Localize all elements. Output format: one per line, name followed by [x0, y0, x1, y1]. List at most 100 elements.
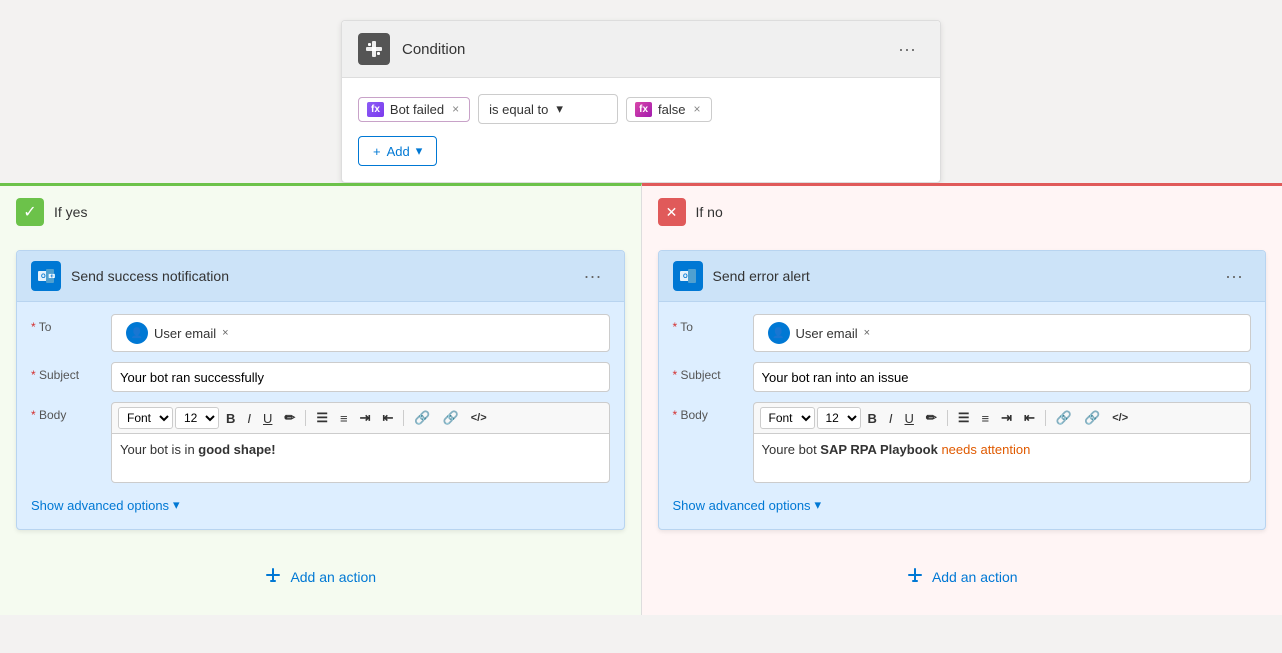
link-button-yes[interactable]: 🔗	[409, 408, 435, 428]
number-button-no[interactable]: ≡	[976, 409, 994, 428]
show-advanced-label-yes: Show advanced options	[31, 498, 169, 513]
send-error-header: O Send error alert ···	[659, 251, 1266, 302]
font-size-select-yes[interactable]: 12	[175, 407, 219, 429]
body-field-row-no: * Body Font 12 B I U	[673, 402, 1252, 483]
toolbar-yes: Font 12 B I U ✏ ☰ ≡ ⇥	[111, 402, 610, 433]
font-size-select-no[interactable]: 12	[817, 407, 861, 429]
underline-button-no[interactable]: U	[900, 409, 919, 428]
to-input-no[interactable]: 👤 User email ×	[753, 314, 1252, 352]
send-success-card: O 📧 Send success notification ··· * To	[16, 250, 625, 530]
add-action-button-yes[interactable]: Add an action	[248, 558, 392, 595]
italic-button-yes[interactable]: I	[242, 409, 256, 428]
add-action-row-no: Add an action	[642, 542, 1282, 615]
body-editor-container-yes: Font 12 B I U ✏ ☰ ≡ ⇥	[111, 402, 610, 483]
number-button-yes[interactable]: ≡	[335, 409, 353, 428]
condition-card: Condition ··· fx Bot failed × is equal t…	[341, 20, 941, 183]
add-action-button-no[interactable]: Add an action	[890, 558, 1034, 595]
divider1-yes	[305, 410, 306, 426]
italic-button-no[interactable]: I	[884, 409, 898, 428]
operator-dropdown[interactable]: is equal to ▾	[478, 94, 618, 124]
send-error-card: O Send error alert ··· * To 👤	[658, 250, 1267, 530]
subject-input-no[interactable]	[753, 362, 1252, 392]
indent-button-no[interactable]: ⇥	[996, 408, 1017, 428]
body-label-yes: * Body	[31, 402, 111, 422]
body-field-row-yes: * Body Font 12 B I U	[31, 402, 610, 483]
divider2-no	[1045, 410, 1046, 426]
branch-yes-header: ✓ If yes	[0, 186, 641, 238]
branch-no: ✕ If no O Send error alert ···	[642, 183, 1282, 615]
code-button-yes[interactable]: </>	[466, 410, 492, 426]
bot-failed-label: Bot failed	[390, 102, 444, 117]
plus-icon: +	[373, 144, 381, 159]
unlink-button-no[interactable]: 🔗	[1079, 408, 1105, 428]
body-text-colored-no: needs attention	[941, 442, 1030, 457]
send-success-title: Send success notification	[71, 268, 576, 284]
font-select-yes[interactable]: Font	[118, 407, 173, 429]
to-input-yes[interactable]: 👤 User email ×	[111, 314, 610, 352]
show-advanced-button-yes[interactable]: Show advanced options ▾	[31, 493, 180, 517]
user-chip-close-yes[interactable]: ×	[222, 327, 228, 339]
highlight-button-no[interactable]: ✏	[921, 408, 942, 428]
condition-more-button[interactable]: ···	[890, 35, 924, 64]
false-label: false	[658, 102, 685, 117]
add-chevron-icon: ▾	[416, 143, 423, 159]
user-avatar-yes: 👤	[126, 322, 148, 344]
add-label: Add	[387, 144, 410, 159]
svg-text:📧: 📧	[48, 273, 55, 280]
false-value-chip: fx false ×	[626, 97, 711, 122]
branch-yes-label: If yes	[54, 204, 87, 220]
bullet-button-no[interactable]: ☰	[953, 408, 975, 428]
user-chip-yes: 👤 User email ×	[120, 320, 235, 346]
to-label-yes: * To	[31, 314, 111, 334]
chevron-down-advanced-yes: ▾	[173, 497, 180, 513]
code-button-no[interactable]: </>	[1107, 410, 1133, 426]
branch-no-header: ✕ If no	[642, 186, 1282, 238]
to-required-yes: *	[31, 320, 36, 334]
user-email-label-yes: User email	[154, 326, 216, 341]
bot-failed-close-button[interactable]: ×	[450, 102, 461, 116]
bullet-button-yes[interactable]: ☰	[311, 408, 333, 428]
underline-button-yes[interactable]: U	[258, 409, 277, 428]
outdent-button-no[interactable]: ⇤	[1019, 408, 1040, 428]
outlook-icon-yes: O 📧	[31, 261, 61, 291]
link-button-no[interactable]: 🔗	[1051, 408, 1077, 428]
body-editor-container-no: Font 12 B I U ✏ ☰ ≡ ⇥	[753, 402, 1252, 483]
show-advanced-button-no[interactable]: Show advanced options ▾	[673, 493, 822, 517]
chevron-down-advanced-no: ▾	[815, 497, 822, 513]
false-close-button[interactable]: ×	[692, 102, 703, 116]
body-editor-no[interactable]: Youre bot SAP RPA Playbook needs attenti…	[753, 433, 1252, 483]
bold-button-no[interactable]: B	[863, 409, 882, 428]
send-error-more-button[interactable]: ···	[1217, 262, 1251, 291]
add-action-row-yes: Add an action	[0, 542, 641, 615]
bold-button-yes[interactable]: B	[221, 409, 240, 428]
condition-row: fx Bot failed × is equal to ▾ fx false ×	[358, 94, 924, 124]
user-avatar-no: 👤	[768, 322, 790, 344]
operator-label: is equal to	[489, 102, 548, 117]
highlight-button-yes[interactable]: ✏	[279, 408, 300, 428]
body-label-no: * Body	[673, 402, 753, 422]
show-advanced-label-no: Show advanced options	[673, 498, 811, 513]
send-success-more-button[interactable]: ···	[576, 262, 610, 291]
unlink-button-yes[interactable]: 🔗	[438, 408, 464, 428]
subject-field-row-no: * Subject	[673, 362, 1252, 392]
branch-yes: ✓ If yes O 📧 Send success notification ·…	[0, 183, 642, 615]
svg-text:O: O	[683, 274, 688, 280]
outdent-button-yes[interactable]: ⇤	[377, 408, 398, 428]
indent-button-yes[interactable]: ⇥	[355, 408, 376, 428]
body-text-plain-yes: Your bot is in	[120, 442, 198, 457]
add-button[interactable]: + Add ▾	[358, 136, 437, 166]
svg-text:O: O	[41, 274, 46, 280]
outlook-icon-no: O	[673, 261, 703, 291]
condition-icon	[358, 33, 390, 65]
condition-header: Condition ···	[342, 21, 940, 78]
user-chip-close-no[interactable]: ×	[864, 327, 870, 339]
user-chip-no: 👤 User email ×	[762, 320, 877, 346]
divider1-no	[947, 410, 948, 426]
branch-no-label: If no	[696, 204, 723, 220]
subject-label-no: * Subject	[673, 362, 753, 382]
subject-label-yes: * Subject	[31, 362, 111, 382]
subject-input-yes[interactable]	[111, 362, 610, 392]
font-select-no[interactable]: Font	[760, 407, 815, 429]
body-editor-yes[interactable]: Your bot is in good shape!	[111, 433, 610, 483]
condition-title: Condition	[402, 41, 890, 58]
